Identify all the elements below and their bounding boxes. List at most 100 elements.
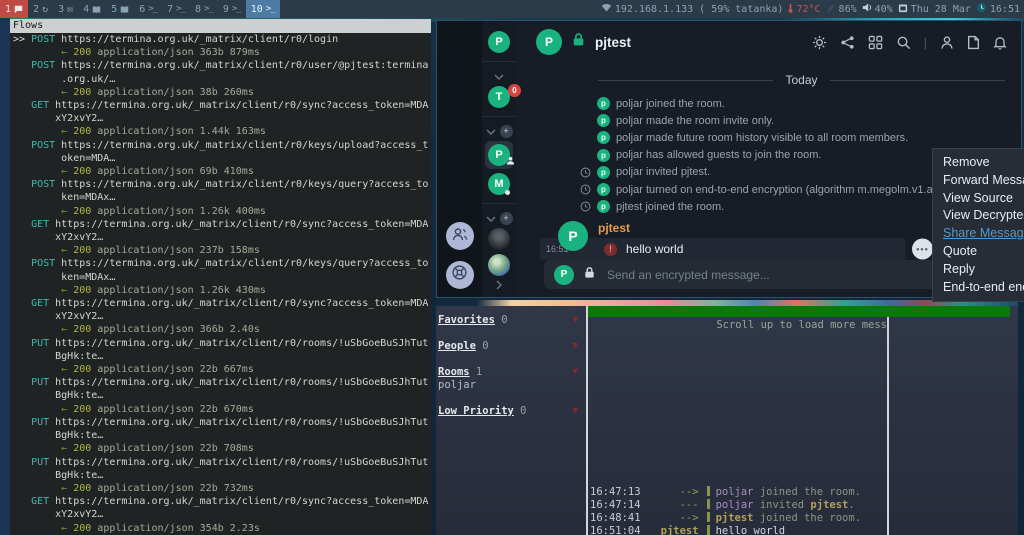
workspace-2[interactable]: 2↻ [28,0,53,18]
menu-item-reply[interactable]: Reply [933,261,1024,279]
response-meta: application/json 366b 2.40s [91,324,260,335]
collapse-triangle-icon[interactable] [573,314,578,327]
flow-row[interactable]: GET https://termina.org.uk/_matrix/clien… [13,297,431,337]
flow-row[interactable]: POST https://termina.org.uk/_matrix/clie… [13,178,431,218]
tui-section-header[interactable]: Favorites 0 [438,314,584,327]
activity-bar [437,21,482,297]
share-icon[interactable] [840,35,855,50]
workspace-8[interactable]: 8>_ [190,0,218,18]
workspace-3[interactable]: 3✉ [53,0,78,18]
workspace-6[interactable]: 6>_ [134,0,162,18]
explore-button[interactable] [446,261,474,289]
message-row[interactable]: 16:51 hello world [540,238,905,260]
flow-row[interactable]: >> POST https://termina.org.uk/_matrix/c… [13,33,431,59]
message-options-button[interactable] [912,239,933,260]
chevron-down-icon[interactable] [486,209,496,227]
workspace-label: 5 [111,4,117,15]
refresh-icon: ↻ [42,4,48,15]
menu-item-view-source[interactable]: View Source [933,190,1024,208]
request-url-wrap: BgHk:te… [13,430,103,441]
collapse-triangle-icon[interactable] [573,405,578,418]
pending-clock-icon [580,201,597,212]
log-time: 16:51:04 [590,525,641,535]
flow-row[interactable]: PUT https://termina.org.uk/_matrix/clien… [13,456,431,496]
message-input[interactable] [605,267,963,283]
settings-icon[interactable] [812,35,827,50]
collapse-triangle-icon[interactable] [573,366,578,379]
workspace-1[interactable]: 1 [0,0,28,18]
http-method: PUT [31,377,49,388]
workspace-7[interactable]: 7>_ [162,0,190,18]
rooms-grid-icon[interactable] [868,35,883,50]
tui-section-low-priority: Low Priority 0 [438,405,584,418]
text [13,87,61,98]
chevron-right-icon[interactable] [496,277,502,295]
status-code: 200 [73,523,91,534]
request-url-wrap: xY2xvY2… [13,232,103,243]
notification-icon[interactable] [993,35,1007,50]
flow-row[interactable]: GET https://termina.org.uk/_matrix/clien… [13,218,431,258]
menu-item-forward-message[interactable]: Forward Message [933,172,1024,190]
mitmproxy-terminal[interactable]: Flows >> POST https://termina.org.uk/_ma… [10,19,431,535]
flow-row[interactable]: PUT https://termina.org.uk/_matrix/clien… [13,376,431,416]
log-separator [707,499,710,509]
selection-marker [13,179,31,190]
response-meta: application/json 354b 2.23s [91,523,260,534]
http-method: GET [31,298,49,309]
request-url: https://termina.org.uk/_matrix/client/r0… [55,60,428,71]
log-marker: --- [641,499,699,512]
file-icon[interactable] [967,35,980,50]
workspace-10[interactable]: 10>_ [246,0,280,18]
section-name: Rooms [438,366,470,378]
people-button[interactable] [446,222,474,250]
account-avatar[interactable]: P [488,31,510,53]
menu-item-view-decrypted-s[interactable]: View Decrypted S [933,207,1024,225]
collapse-triangle-icon[interactable] [573,340,578,353]
workspace-label: 6 [139,4,145,15]
workspace-label: 7 [167,4,173,15]
status-dot [505,190,510,195]
community-avatar[interactable]: T 0 [488,86,510,108]
volume-value: 40% [875,4,893,15]
http-method: GET [31,100,49,111]
event-avatar: p [597,97,610,110]
workspace-4[interactable]: 4 [78,0,106,18]
room-avatar[interactable]: M [488,173,510,195]
member-icon[interactable] [940,35,954,50]
workspace-label: 1 [5,4,11,15]
menu-item-end-to-end-encry[interactable]: End-to-end encry [933,279,1024,297]
flow-row[interactable]: PUT https://termina.org.uk/_matrix/clien… [13,416,431,456]
message-text: hello world [626,242,683,256]
tui-section-header[interactable]: Rooms 1 [438,366,584,379]
tui-section-header[interactable]: People 0 [438,340,584,353]
search-icon[interactable] [896,35,911,50]
chevron-down-icon[interactable] [494,67,504,85]
flow-row[interactable]: GET https://termina.org.uk/_matrix/clien… [13,99,431,139]
text [13,206,61,217]
http-method: POST [31,258,55,269]
workspace-5[interactable]: 5 [106,0,134,18]
room-avatar[interactable]: P [536,29,562,55]
tower-avatar[interactable] [488,228,510,250]
add-community-button[interactable] [500,212,513,225]
menu-item-share-message[interactable]: Share Message [933,225,1024,243]
calendar-icon [898,3,908,16]
flows-list: >> POST https://termina.org.uk/_matrix/c… [10,33,431,535]
response-arrow-icon: ← [61,523,73,534]
flow-row[interactable]: POST https://termina.org.uk/_matrix/clie… [13,59,431,99]
flow-row[interactable]: POST https://termina.org.uk/_matrix/clie… [13,257,431,297]
menu-item-quote[interactable]: Quote [933,243,1024,261]
flow-row[interactable]: POST https://termina.org.uk/_matrix/clie… [13,139,431,179]
add-room-button[interactable] [500,125,513,138]
globe-avatar[interactable] [488,254,510,276]
selection-marker [13,258,31,269]
http-method: PUT [31,457,49,468]
menu-item-remove[interactable]: Remove [933,154,1024,172]
chevron-down-icon[interactable] [486,122,496,140]
flow-row[interactable]: GET https://termina.org.uk/_matrix/clien… [13,495,431,535]
tui-room-item[interactable]: poljar [438,379,584,392]
tui-section-header[interactable]: Low Priority 0 [438,405,584,418]
flow-row[interactable]: PUT https://termina.org.uk/_matrix/clien… [13,337,431,377]
workspace-9[interactable]: 9>_ [218,0,246,18]
room-avatar-selected[interactable]: P [485,141,513,169]
